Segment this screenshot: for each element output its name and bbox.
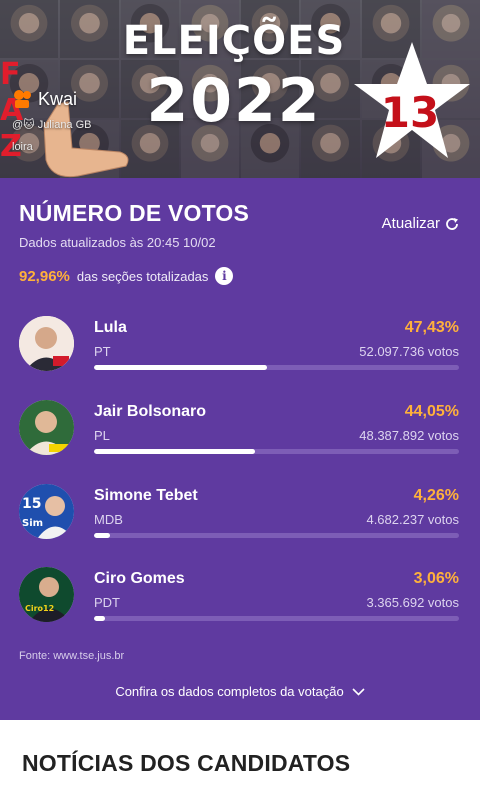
candidate-name: Ciro Gomes [94,570,185,587]
full-results-link[interactable]: Confira os dados completos da votação [0,684,480,699]
svg-text:Sim: Sim [22,518,43,529]
candidate-party: PT [94,344,111,359]
vote-bar [94,449,459,454]
candidate-name: Lula [94,319,127,336]
vote-bar [94,365,459,370]
sections-percent: 92,96% [19,267,70,285]
candidate-votes: 4.682.237 votos [366,512,459,527]
news-section-title: NOTÍCIAS DOS CANDIDATOS [22,750,351,776]
info-icon[interactable]: i [215,267,234,285]
candidate-party: PL [94,428,110,443]
vote-bar-fill [94,449,255,454]
candidate-party: PDT [94,595,120,610]
candidate-party: MDB [94,512,123,527]
candidate-votes: 48.387.892 votos [359,428,459,443]
candidate-row-tebet[interactable]: 15 Sim Simone Tebet MDB 4,26% 4.682.237 v… [0,484,480,556]
candidate-name: Simone Tebet [94,487,198,504]
vote-bar [94,533,459,538]
vote-bar-fill [94,533,110,538]
refresh-label: Atualizar [381,215,440,232]
candidate-percent: 44,05% [404,403,459,420]
candidate-votes: 3.365.692 votos [366,595,459,610]
votes-title: NÚMERO DE VOTOS [19,200,250,226]
candidate-number: 13 [380,88,440,137]
candidate-percent: 47,43% [404,319,459,336]
vote-bar-fill [94,616,106,621]
candidate-row-lula[interactable]: Lula PT 47,43% 52.097.736 votos [0,316,480,388]
candidate-percent: 3,06% [413,570,459,587]
full-results-label: Confira os dados completos da votação [115,684,344,699]
avatar-lula [19,316,74,371]
svg-text:Ciro12: Ciro12 [25,604,54,613]
elections-banner: F A Z Kwai @🐱 Juliana GB loira ELEIÇÕES … [0,0,480,178]
updated-timestamp: Dados atualizados às 20:45 10/02 [19,235,216,250]
candidate-percent: 4,26% [413,487,459,504]
vote-bar [94,616,459,621]
candidate-name: Jair Bolsonaro [94,403,207,420]
avatar-bolsonaro [19,400,74,455]
refresh-icon [446,217,458,230]
candidate-row-bolsonaro[interactable]: Jair Bolsonaro PL 44,05% 48.387.892 voto… [0,400,480,472]
votes-card: NÚMERO DE VOTOS Dados atualizados às 20:… [0,178,480,720]
svg-text:15: 15 [22,496,41,512]
chevron-down-icon [352,687,365,696]
sections-text: das seções totalizadas [76,268,209,284]
source-text: Fonte: www.tse.jus.br [19,650,125,662]
refresh-button[interactable]: Atualizar [382,215,460,232]
avatar-tebet: 15 Sim [19,484,74,539]
avatar-ciro: Ciro12 [19,567,74,622]
candidate-votes: 52.097.736 votos [359,344,459,359]
sections-summary: 92,96% das seções totalizadas i [19,267,234,285]
vote-bar-fill [94,365,268,370]
candidate-row-ciro[interactable]: Ciro12 Ciro Gomes PDT 3,06% 3.365.692 vo… [0,567,480,639]
